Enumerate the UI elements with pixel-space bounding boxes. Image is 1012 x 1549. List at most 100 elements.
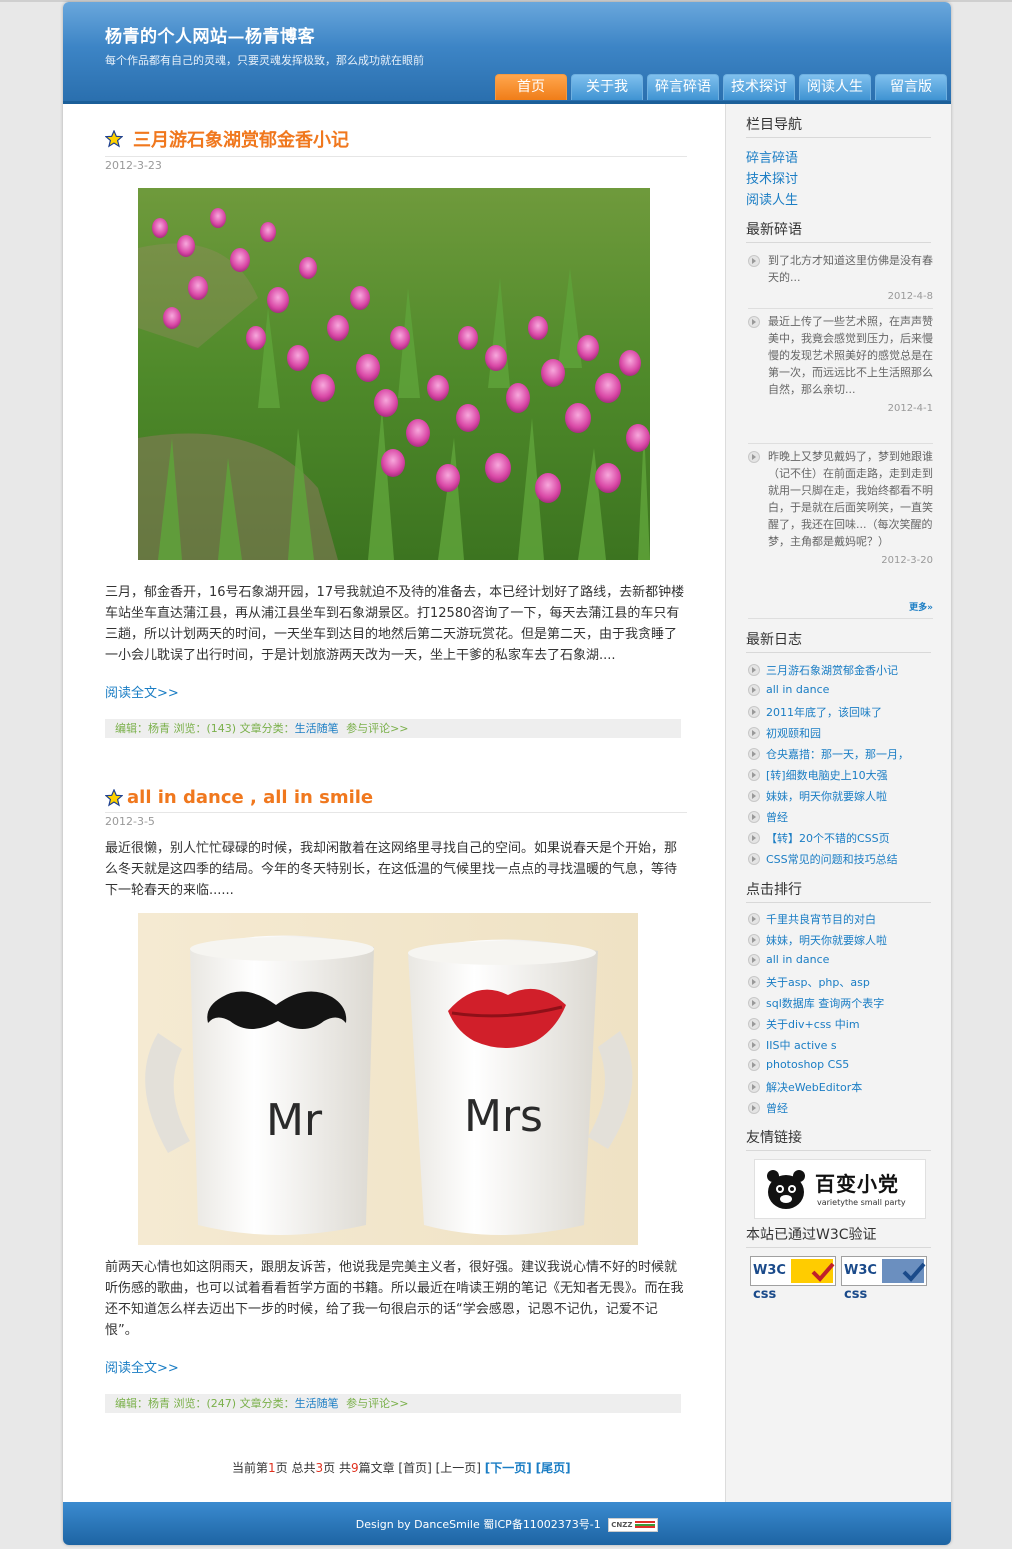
cnzz-stats-badge[interactable]: CNZZ <box>608 1518 659 1532</box>
latest-post-title[interactable]: 初观颐和园 <box>766 725 821 741</box>
latest-post-link[interactable]: 曾经 <box>748 809 788 825</box>
divider <box>748 443 933 444</box>
sidebar-nav-link[interactable]: 阅读人生 <box>746 189 798 208</box>
nav-about[interactable]: 关于我 <box>571 74 643 100</box>
latest-post-title[interactable]: 三月游石象湖赏郁金香小记 <box>766 662 898 678</box>
rank-title[interactable]: 解决eWebEditor本 <box>766 1079 862 1095</box>
sidebar-nav-link[interactable]: 碎言碎语 <box>746 147 798 166</box>
rank-link[interactable]: photoshop CS5 <box>748 1058 849 1071</box>
latest-post-link[interactable]: CSS常见的问题和技巧总结 <box>748 851 898 867</box>
read-more-link[interactable]: 阅读全文>> <box>105 686 179 701</box>
bullet-icon <box>748 790 760 802</box>
w3c-css-badge[interactable]: W3C css <box>841 1256 927 1302</box>
note-item[interactable]: 最近上传了一些艺术照，在声声赞美中，我竟会感觉到压力，后来慢慢的发现艺术照美好的… <box>748 313 933 417</box>
divider <box>748 618 933 619</box>
category-link[interactable]: 生活随笔 <box>295 1397 339 1410</box>
note-item[interactable]: 昨晚上又梦见戴妈了，梦到她跟谁（记不住）在前面走路，走到走到就用一只脚在走，我始… <box>748 448 933 569</box>
latest-post-link[interactable]: [转]细数电脑史上10大强 <box>748 767 888 783</box>
bullet-icon <box>748 1039 760 1051</box>
rank-link[interactable]: IIS中 active s <box>748 1037 837 1053</box>
rank-title[interactable]: sql数据库 查询两个表字 <box>766 995 884 1011</box>
latest-post-link[interactable]: 仓央嘉措：那一天，那一月， <box>748 746 909 762</box>
latest-post-link[interactable]: 三月游石象湖赏郁金香小记 <box>748 662 898 678</box>
post-excerpt: 三月，郁金香开，16号石象湖开园，17号我就迫不及待的准备去，本已经计划好了路线… <box>105 585 685 663</box>
category-link[interactable]: 生活随笔 <box>295 722 339 735</box>
comment-link[interactable]: 参与评论>> <box>346 722 408 735</box>
nav-home[interactable]: 首页 <box>495 74 567 100</box>
friend-logo-text: 百变小党 <box>815 1172 899 1196</box>
rank-title[interactable]: photoshop CS5 <box>766 1058 849 1071</box>
pagination: 当前第1页 总共3页 共9篇文章 [首页] [上一页] [下一页] [尾页] <box>232 1459 571 1476</box>
rank-title[interactable]: 关于asp、php、asp <box>766 974 870 990</box>
pager-first-prev[interactable]: 篇文章 [首页] [上一页] <box>359 1461 485 1475</box>
sidebar-nav-link[interactable]: 技术探讨 <box>746 168 798 187</box>
note-text: 到了北方才知道这里仿佛是没有春天的... <box>768 254 933 284</box>
rank-title[interactable]: 关于div+css 中im <box>766 1016 860 1032</box>
bullet-icon <box>748 913 760 925</box>
sidebar-heading: 最新碎语 <box>746 219 931 243</box>
latest-post-title[interactable]: 仓央嘉措：那一天，那一月， <box>766 746 909 762</box>
latest-post-link[interactable]: 妹妹，明天你就要嫁人啦 <box>748 788 887 804</box>
site-footer: Design by DanceSmile 蜀ICP备11002373号-1 CN… <box>63 1502 951 1545</box>
rank-link[interactable]: all in dance <box>748 953 829 966</box>
mug-right-label: Mrs <box>464 1091 543 1142</box>
rank-title[interactable]: 妹妹，明天你就要嫁人啦 <box>766 932 887 948</box>
latest-post-title[interactable]: all in dance <box>766 683 829 696</box>
sidebar-heading: 点击排行 <box>746 879 931 903</box>
latest-post-link[interactable]: 【转】20个不错的CSS页 <box>748 830 890 846</box>
bullet-icon <box>748 976 760 988</box>
latest-post-link[interactable]: 初观颐和园 <box>748 725 821 741</box>
bullet-icon <box>748 683 760 696</box>
comment-link[interactable]: 参与评论>> <box>346 1397 408 1410</box>
rank-link[interactable]: sql数据库 查询两个表字 <box>748 995 884 1011</box>
pager-total: 3 <box>315 1461 324 1475</box>
w3c-css-badge[interactable]: W3C css <box>750 1256 836 1302</box>
rank-link[interactable]: 解决eWebEditor本 <box>748 1079 862 1095</box>
latest-post-title[interactable]: [转]细数电脑史上10大强 <box>766 767 888 783</box>
post-title[interactable]: all in dance , all in smile <box>127 787 373 808</box>
rank-link[interactable]: 关于asp、php、asp <box>748 974 870 990</box>
friend-link-logo[interactable]: 百变小党 varietythe small party <box>754 1159 926 1219</box>
note-item[interactable]: 到了北方才知道这里仿佛是没有春天的... 2012-4-8 <box>748 252 933 305</box>
rank-link[interactable]: 千里共良宵节目的对白 <box>748 911 876 927</box>
post-meta-info: 编辑：杨青 浏览：(247) 文章分类： <box>115 1397 295 1410</box>
latest-post-title[interactable]: CSS常见的问题和技巧总结 <box>766 851 898 867</box>
pager-count: 9 <box>350 1461 359 1475</box>
post-title[interactable]: 三月游石象湖赏郁金香小记 <box>133 126 349 152</box>
check-icon <box>902 1262 926 1282</box>
rank-link[interactable]: 曾经 <box>748 1100 788 1116</box>
latest-post-link[interactable]: all in dance <box>748 683 829 696</box>
pager-next-link[interactable]: [下一页] <box>485 1461 532 1475</box>
post-date: 2012-3-5 <box>105 815 155 828</box>
nav-reading[interactable]: 阅读人生 <box>799 74 871 100</box>
rank-title[interactable]: all in dance <box>766 953 829 966</box>
w3c-logo-text: W3C css <box>753 1259 789 1302</box>
star-icon <box>105 130 123 148</box>
bullet-icon <box>748 811 760 823</box>
bullet-icon <box>748 316 760 328</box>
post-meta-bar: 编辑：杨青 浏览：(247) 文章分类：生活随笔 参与评论>> <box>105 1394 681 1413</box>
bullet-icon <box>748 997 760 1009</box>
rank-link[interactable]: 妹妹，明天你就要嫁人啦 <box>748 932 887 948</box>
nav-tech[interactable]: 技术探讨 <box>723 74 795 100</box>
more-link[interactable]: 更多» <box>748 600 933 613</box>
latest-post-title[interactable]: 【转】20个不错的CSS页 <box>766 830 890 846</box>
note-text: 最近上传了一些艺术照，在声声赞美中，我竟会感觉到压力，后来慢慢的发现艺术照美好的… <box>768 315 933 396</box>
nav-guestbook[interactable]: 留言版 <box>875 74 947 100</box>
read-more-link[interactable]: 阅读全文>> <box>105 1361 179 1376</box>
w3c-logo-text: W3C css <box>844 1259 880 1302</box>
latest-post-title[interactable]: 妹妹，明天你就要嫁人啦 <box>766 788 887 804</box>
pager-last-link[interactable]: [尾页] <box>536 1461 571 1475</box>
nav-notes[interactable]: 碎言碎语 <box>647 74 719 100</box>
rank-link[interactable]: 关于div+css 中im <box>748 1016 860 1032</box>
latest-post-title[interactable]: 2011年底了，该回味了 <box>766 704 882 720</box>
latest-post-title[interactable]: 曾经 <box>766 809 788 825</box>
site-title[interactable]: 杨青的个人网站—杨青博客 <box>105 22 315 47</box>
bullet-icon <box>748 934 760 946</box>
mascot-icon <box>767 1170 805 1209</box>
rank-title[interactable]: 千里共良宵节目的对白 <box>766 911 876 927</box>
latest-post-link[interactable]: 2011年底了，该回味了 <box>748 704 882 720</box>
footer-text: Design by DanceSmile 蜀ICP备11002373号-1 <box>355 1518 601 1531</box>
rank-title[interactable]: IIS中 active s <box>766 1037 837 1053</box>
rank-title[interactable]: 曾经 <box>766 1100 788 1116</box>
